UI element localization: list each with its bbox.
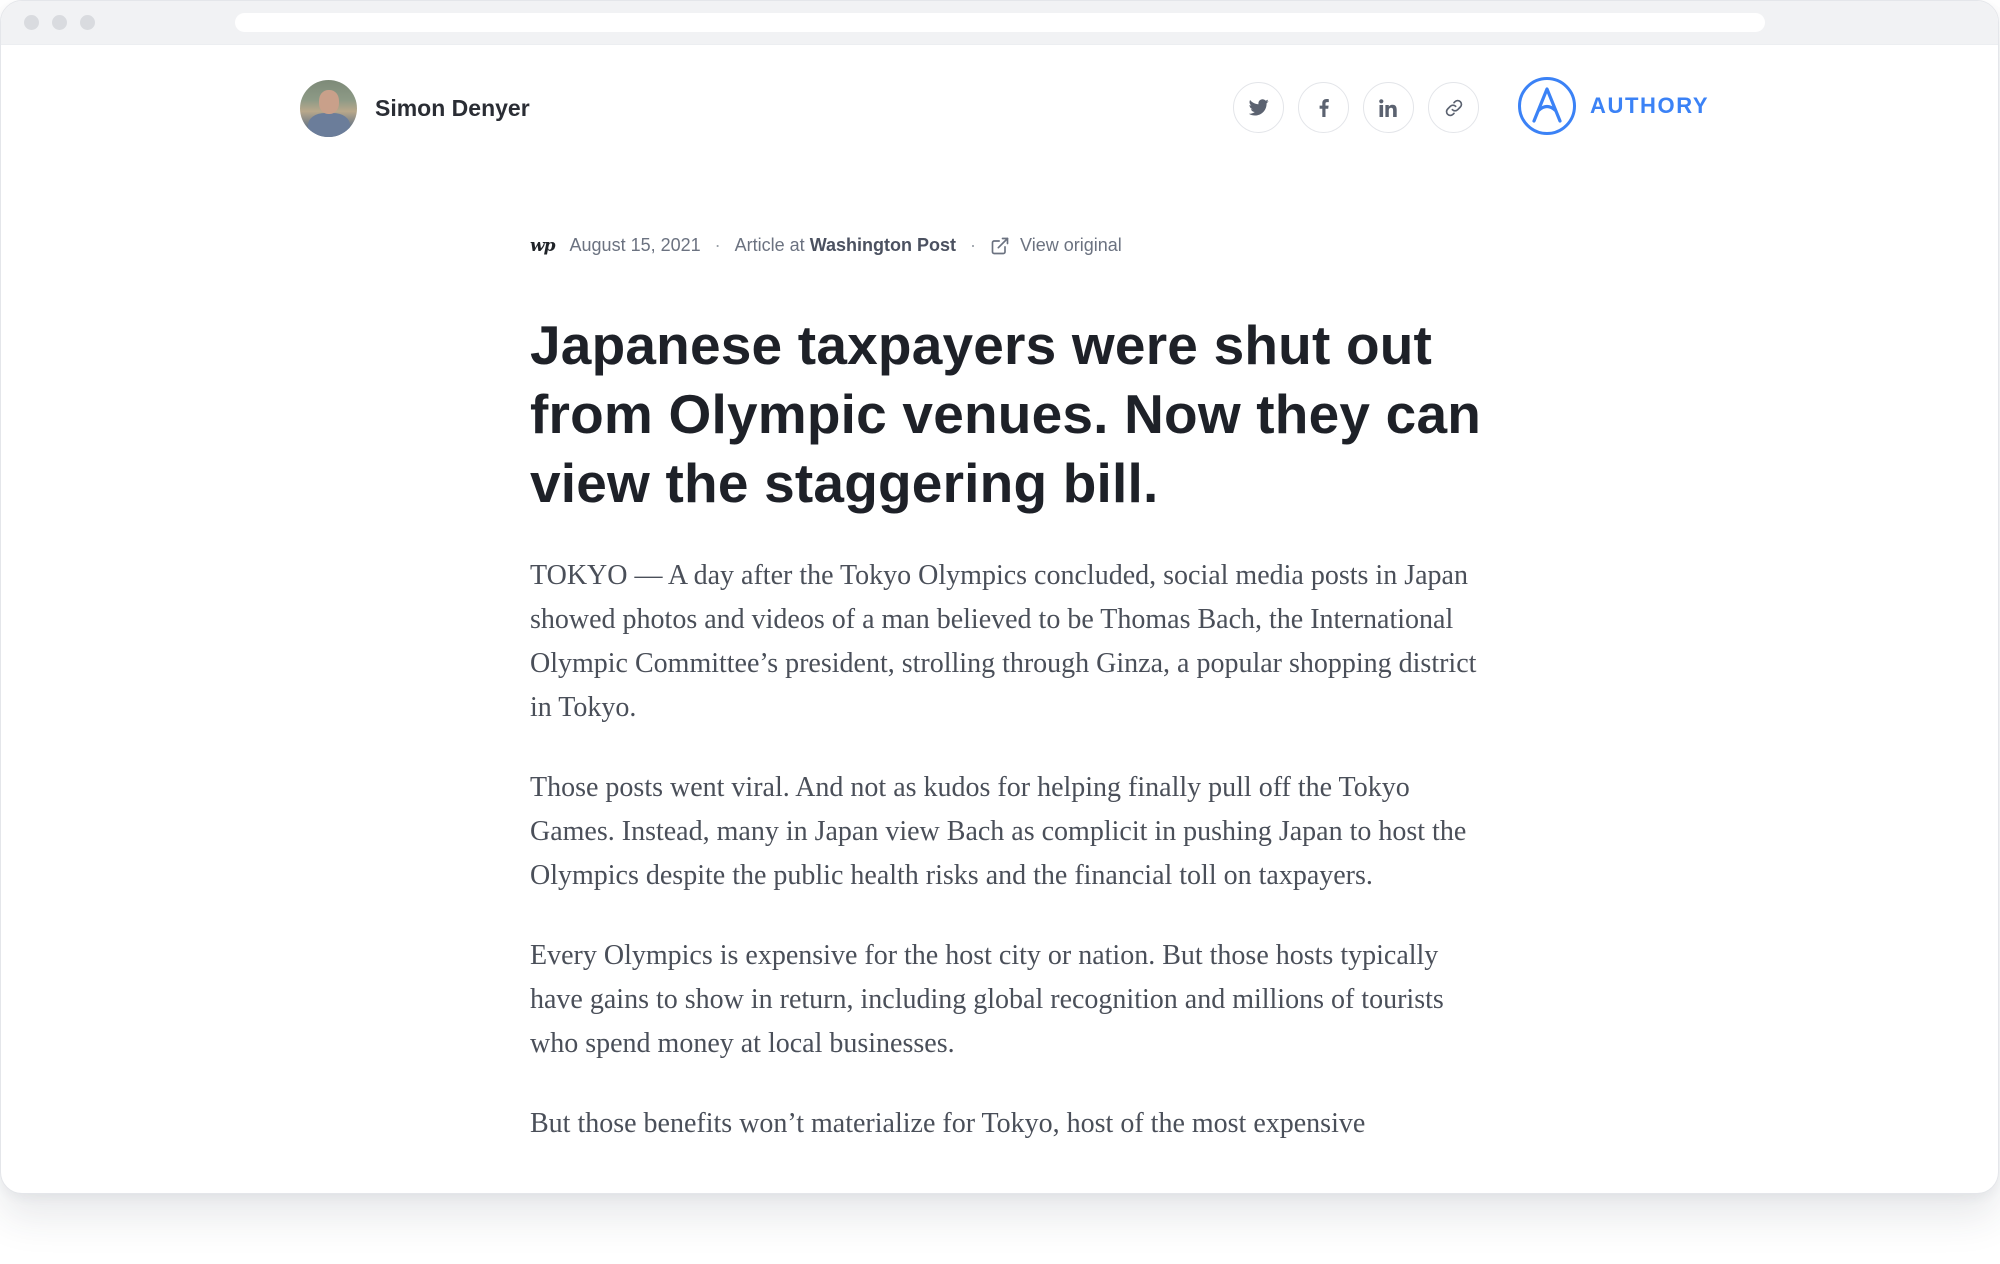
article-meta: wp August 15, 2021 · Article at Washingt… xyxy=(530,235,1122,256)
linkedin-icon xyxy=(1379,98,1397,117)
copy-link-button[interactable] xyxy=(1428,82,1479,133)
address-bar[interactable] xyxy=(235,13,1765,32)
facebook-icon xyxy=(1319,98,1329,117)
author-profile-link[interactable]: Simon Denyer xyxy=(300,80,530,137)
meta-separator: · xyxy=(714,235,721,255)
author-name: Simon Denyer xyxy=(375,95,530,121)
avatar xyxy=(300,80,357,137)
washington-post-logo-icon: wp xyxy=(530,235,556,256)
share-facebook-button[interactable] xyxy=(1298,82,1349,133)
external-link-icon xyxy=(991,237,1009,254)
window-minimize-dot[interactable] xyxy=(52,15,67,30)
share-twitter-button[interactable] xyxy=(1233,82,1284,133)
authory-brand-name: AUTHORY xyxy=(1590,93,1710,118)
view-original-label: View original xyxy=(1020,235,1122,255)
article-source-prefix: Article at xyxy=(734,235,805,255)
authory-brand-link[interactable]: AUTHORY xyxy=(1517,76,1709,136)
window-close-dot[interactable] xyxy=(24,15,39,30)
link-icon xyxy=(1445,99,1462,116)
authory-logo-icon xyxy=(1518,77,1576,135)
view-original-link[interactable]: View original xyxy=(990,235,1122,256)
share-linkedin-button[interactable] xyxy=(1363,82,1414,133)
article-date: August 15, 2021 xyxy=(569,235,701,255)
article-paragraph: But those benefits won’t materialize for… xyxy=(530,1108,1366,1139)
article-paragraph: TOKYO — A day after the Tokyo Olympics c… xyxy=(530,560,1477,723)
article-paragraph: Every Olympics is expensive for the host… xyxy=(530,940,1444,1059)
article-paragraph: Those posts went viral. And not as kudos… xyxy=(530,772,1467,891)
meta-separator: · xyxy=(970,235,977,255)
twitter-icon xyxy=(1248,99,1269,116)
article-headline: Japanese taxpayers were shut out from Ol… xyxy=(530,314,1482,514)
article-body: TOKYO — A day after the Tokyo Olympics c… xyxy=(530,554,1490,1182)
publication-name: Washington Post xyxy=(809,235,957,255)
browser-titlebar xyxy=(1,1,1998,45)
window-maximize-dot[interactable] xyxy=(80,15,95,30)
browser-window: Simon Denyer AUTHORY wp August 15, 2021 … xyxy=(0,0,1999,1194)
